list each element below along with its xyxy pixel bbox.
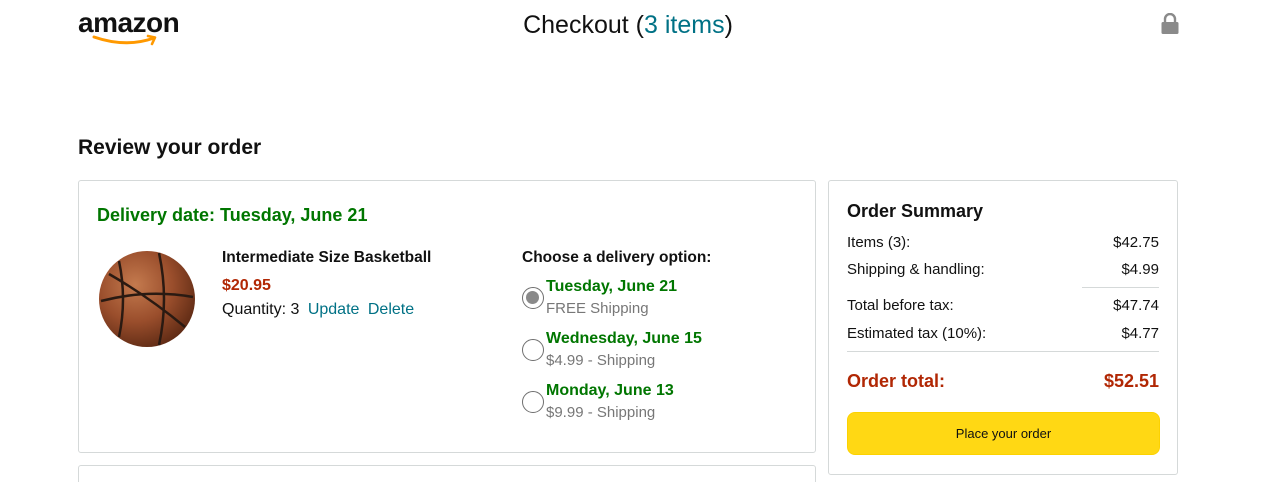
summary-before-tax-row: Total before tax: $47.74 bbox=[847, 297, 1159, 314]
quantity-label: Quantity: 3 bbox=[222, 301, 300, 318]
summary-shipping-value: $4.99 bbox=[1121, 261, 1159, 278]
summary-items-label: Items (3): bbox=[847, 234, 911, 251]
quantity-row: Quantity: 3 Update Delete bbox=[222, 301, 414, 319]
order-summary-title: Order Summary bbox=[847, 201, 984, 221]
delivery-option-wednesday[interactable]: Wednesday, June 15 $4.99 - Shipping bbox=[522, 330, 812, 374]
order-item-card: Delivery date: Tuesday, June 21 Intermed… bbox=[78, 180, 816, 453]
product-name[interactable]: Intermediate Size Basketball bbox=[222, 249, 431, 267]
basketball-image[interactable] bbox=[97, 249, 197, 349]
delivery-radio-monday[interactable] bbox=[522, 391, 544, 413]
update-link[interactable]: Update bbox=[308, 301, 360, 318]
delivery-date: Delivery date: Tuesday, June 21 bbox=[97, 205, 368, 225]
delivery-option-date: Tuesday, June 21 bbox=[546, 278, 678, 295]
items-count-link[interactable]: 3 items bbox=[644, 11, 725, 39]
delivery-option-monday[interactable]: Monday, June 13 $9.99 - Shipping bbox=[522, 382, 812, 426]
delivery-option-tuesday[interactable]: Tuesday, June 21 FREE Shipping bbox=[522, 278, 812, 322]
summary-items-value: $42.75 bbox=[1113, 234, 1159, 251]
delivery-options: Choose a delivery option: Tuesday, June … bbox=[522, 249, 812, 421]
order-total-label: Order total: bbox=[847, 371, 946, 391]
delivery-option-shipping: FREE Shipping bbox=[546, 300, 649, 317]
delete-link[interactable]: Delete bbox=[368, 301, 414, 318]
summary-tax-row: Estimated tax (10%): $4.77 bbox=[847, 325, 1159, 342]
summary-shipping-label: Shipping & handling: bbox=[847, 261, 985, 278]
delivery-radio-tuesday[interactable] bbox=[522, 287, 544, 309]
summary-items-row: Items (3): $42.75 bbox=[847, 234, 1159, 251]
product-price: $20.95 bbox=[222, 277, 271, 294]
delivery-options-heading: Choose a delivery option: bbox=[522, 249, 712, 266]
review-order-title: Review your order bbox=[78, 136, 262, 159]
delivery-option-date: Monday, June 13 bbox=[546, 382, 674, 399]
total-divider bbox=[847, 351, 1159, 352]
summary-tax-value: $4.77 bbox=[1121, 325, 1159, 342]
place-order-button[interactable]: Place your order bbox=[847, 412, 1160, 455]
order-total-row: Order total: $52.51 bbox=[847, 371, 1159, 392]
next-order-card bbox=[78, 465, 816, 482]
summary-tax-label: Estimated tax (10%): bbox=[847, 325, 987, 342]
summary-before-tax-label: Total before tax: bbox=[847, 297, 954, 314]
delivery-radio-wednesday[interactable] bbox=[522, 339, 544, 361]
summary-shipping-row: Shipping & handling: $4.99 bbox=[847, 261, 1159, 278]
subtotal-divider bbox=[1082, 287, 1159, 288]
lock-icon bbox=[1160, 12, 1180, 35]
delivery-option-shipping: $9.99 - Shipping bbox=[546, 404, 656, 421]
delivery-option-shipping: $4.99 - Shipping bbox=[546, 352, 656, 369]
checkout-label: Checkout bbox=[523, 11, 629, 39]
checkout-header: amazon Checkout (3 items) bbox=[0, 0, 1286, 60]
delivery-option-date: Wednesday, June 15 bbox=[546, 330, 702, 347]
checkout-title: Checkout (3 items) bbox=[523, 11, 733, 39]
order-total-value: $52.51 bbox=[1103, 371, 1159, 391]
summary-before-tax-value: $47.74 bbox=[1113, 297, 1159, 314]
order-summary-card: Order Summary Items (3): $42.75 Shipping… bbox=[828, 180, 1178, 475]
